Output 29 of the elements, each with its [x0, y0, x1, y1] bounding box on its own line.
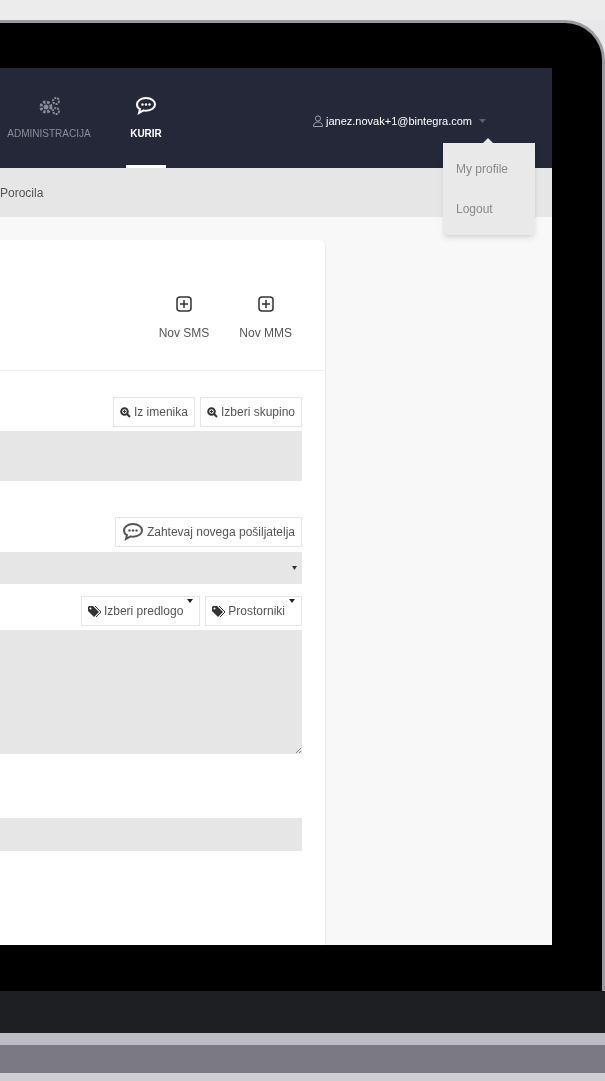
- toolbar-button[interactable]: Iz imenika: [112, 397, 195, 427]
- zoom-in-icon: [119, 406, 131, 418]
- breadcrumb-link[interactable]: Porocila: [0, 183, 44, 202]
- plus-square-icon: [176, 296, 192, 312]
- chat-bubble-icon: [121, 522, 144, 542]
- plus-square-icon: [257, 296, 274, 312]
- caret-icon: [289, 599, 295, 603]
- caret-icon: [479, 119, 486, 124]
- resize-handle-icon[interactable]: [296, 748, 301, 753]
- tags-icon: [87, 605, 101, 617]
- chat-bubble-icon: [135, 95, 157, 116]
- toolbar-button[interactable]: Zahtevaj novega pošiljatelja: [114, 517, 302, 547]
- toolbar-button[interactable]: Izberi predlogo: [80, 596, 201, 626]
- caret-icon: [187, 599, 194, 603]
- new-message-button[interactable]: Nov SMS: [158, 296, 210, 342]
- gears-icon: [37, 95, 61, 116]
- user-icon: [313, 115, 323, 128]
- zoom-in-icon: [206, 406, 218, 418]
- nav-tab[interactable]: ADMINISTRACIJA: [0, 68, 98, 168]
- nav-tab[interactable]: KURIR: [126, 68, 166, 168]
- caret-icon: [292, 566, 297, 570]
- toolbar-button[interactable]: Izberi skupino: [199, 397, 302, 427]
- tags-icon: [212, 605, 226, 617]
- user-menu-toggle[interactable]: janez.novak+1@bintegra.com: [313, 113, 486, 130]
- toolbar-button[interactable]: Prostorniki: [205, 596, 302, 626]
- sender-select[interactable]: [0, 552, 302, 584]
- input-field[interactable]: [0, 818, 302, 851]
- new-message-button[interactable]: Nov MMS: [239, 296, 292, 342]
- recipients-field[interactable]: [0, 431, 302, 481]
